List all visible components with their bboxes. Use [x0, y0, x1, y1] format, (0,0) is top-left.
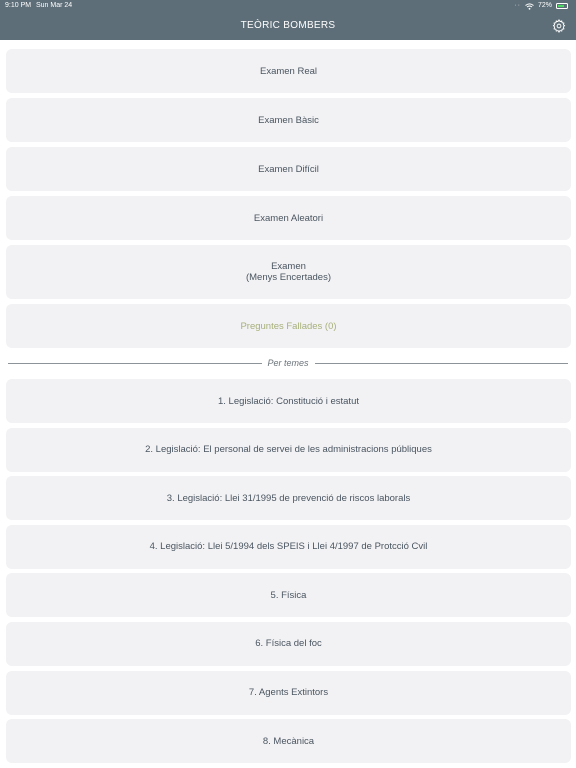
topic-label: 4. Legislació: Llei 5/1994 dels SPEIS i …	[149, 541, 428, 553]
exam-label: Examen Aleatori	[253, 212, 324, 224]
topic-label: 1. Legislació: Constitució i estatut	[218, 395, 359, 407]
topic-item-4[interactable]: 4. Legislació: Llei 5/1994 dels SPEIS i …	[6, 524, 571, 569]
exam-list: Examen Real Examen Bàsic Examen Difícil …	[6, 49, 571, 353]
topic-label: 5. Física	[270, 589, 307, 601]
topic-item-5[interactable]: 5. Física	[6, 573, 571, 618]
failed-questions-button[interactable]: Preguntes Fallades (0)	[6, 304, 571, 348]
exam-label: Examen Bàsic	[258, 114, 319, 126]
status-bar: 9:10 PM Sun Mar 24 ·· 72%	[0, 0, 576, 12]
topic-label: 6. Física del foc	[255, 638, 322, 650]
topic-label: 8. Mecànica	[262, 735, 315, 747]
topic-label: 7. Agents Extintors	[248, 687, 329, 699]
section-label: Per temes	[267, 358, 309, 368]
topic-item-7[interactable]: 7. Agents Extintors	[6, 670, 571, 715]
topic-item-8[interactable]: 8. Mecànica	[6, 719, 571, 764]
status-time: 9:10 PM	[5, 2, 32, 9]
battery-icon	[556, 3, 568, 9]
battery-level	[558, 5, 564, 7]
wifi-icon	[525, 2, 534, 10]
topic-list: 1. Legislació: Constitució i estatut 2. …	[6, 379, 571, 768]
page-title: TEÒRIC BOMBERS	[240, 20, 336, 31]
exam-real-button[interactable]: Examen Real	[6, 49, 571, 93]
divider-line-left	[8, 362, 262, 364]
exam-label: Examen (Menys Encertades)	[246, 261, 331, 283]
status-date: Sun Mar 24	[36, 2, 73, 9]
failed-questions-label: Preguntes Fallades (0)	[240, 320, 337, 332]
topic-label: 2. Legislació: El personal de servei de …	[145, 444, 432, 456]
topic-item-6[interactable]: 6. Física del foc	[6, 621, 571, 666]
exam-label: Examen Difícil	[258, 163, 319, 175]
exam-label-line2: (Menys Encertades)	[245, 272, 331, 283]
exam-random-button[interactable]: Examen Aleatori	[6, 196, 571, 240]
exam-label-line1: Examen	[271, 261, 306, 272]
topic-label: 3. Legislació: Llei 31/1995 de prevenció…	[166, 492, 411, 504]
exam-label: Examen Real	[259, 65, 318, 77]
battery-percentage: 72%	[537, 2, 552, 9]
section-divider: Per temes	[8, 356, 569, 370]
divider-line-right	[314, 362, 569, 364]
cellular-dots-icon: ··	[514, 2, 521, 9]
topic-item-3[interactable]: 3. Legislació: Llei 31/1995 de prevenció…	[6, 476, 571, 521]
topic-item-2[interactable]: 2. Legislació: El personal de servei de …	[6, 427, 571, 472]
topic-item-1[interactable]: 1. Legislació: Constitució i estatut	[6, 379, 571, 423]
gear-icon[interactable]	[552, 19, 566, 33]
exam-basic-button[interactable]: Examen Bàsic	[6, 98, 571, 142]
exam-least-correct-button[interactable]: Examen (Menys Encertades)	[6, 245, 571, 299]
exam-difficult-button[interactable]: Examen Difícil	[6, 147, 571, 191]
status-right: ·· 72%	[514, 0, 568, 12]
navigation-bar: 9:10 PM Sun Mar 24 ·· 72% TEÒRIC BOMBERS	[0, 0, 576, 40]
